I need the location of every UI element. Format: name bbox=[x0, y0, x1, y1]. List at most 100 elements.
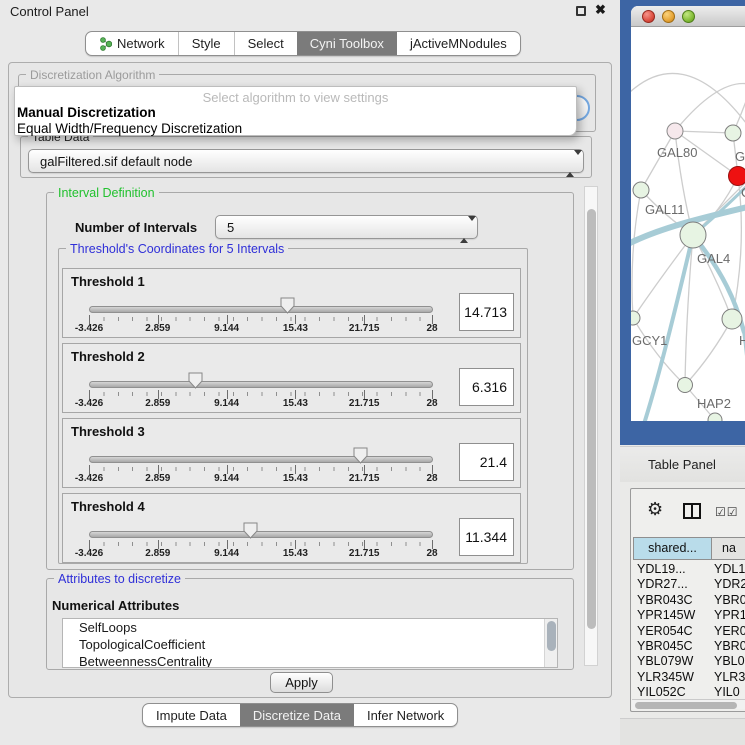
tick-marks bbox=[89, 317, 434, 321]
cell[interactable]: YER0 bbox=[712, 624, 745, 639]
cell[interactable]: YDR27... bbox=[633, 577, 712, 592]
node-gal11[interactable] bbox=[633, 182, 649, 198]
label-gal80: GAL80 bbox=[657, 145, 697, 160]
minimize-traffic-light[interactable] bbox=[662, 10, 675, 23]
column-header-name[interactable]: na bbox=[712, 537, 745, 560]
table-row[interactable]: YPR145WYPR1 bbox=[633, 608, 745, 623]
tab-jactivemnodules[interactable]: jActiveMNodules bbox=[397, 32, 520, 55]
network-canvas[interactable]: GAL80 GA GAL11 C GAL4 GCY1 H HAP2 bbox=[631, 27, 745, 421]
network-nodes bbox=[631, 123, 745, 421]
threshold-2-panel: Threshold 2 -3.426 2.859 9.144 15.43 21.… bbox=[62, 343, 521, 413]
tab-infer-network[interactable]: Infer Network bbox=[354, 704, 457, 726]
cell[interactable]: YER054C bbox=[633, 624, 712, 639]
float-icon[interactable] bbox=[576, 6, 586, 16]
cell[interactable]: YBR043C bbox=[633, 593, 712, 608]
tick-label: 28 bbox=[426, 548, 437, 559]
table-horizontal-scrollbar-thumb[interactable] bbox=[635, 702, 737, 709]
threshold-2-slider-thumb[interactable] bbox=[188, 372, 204, 394]
node-gal4[interactable] bbox=[680, 222, 706, 248]
apply-button[interactable]: Apply bbox=[270, 672, 333, 693]
label-gal11: GAL11 bbox=[645, 202, 685, 217]
settings-scrollbar-thumb[interactable] bbox=[587, 209, 596, 629]
node-hap2[interactable] bbox=[678, 378, 693, 393]
threshold-1-slider-thumb[interactable] bbox=[280, 297, 296, 319]
threshold-2-value-field[interactable] bbox=[459, 368, 514, 406]
table-horizontal-scrollbar[interactable] bbox=[632, 699, 745, 709]
cell[interactable]: YDL19... bbox=[633, 562, 712, 577]
table-row[interactable]: YDL19...YDL1 bbox=[633, 562, 745, 577]
label-h: H bbox=[739, 333, 745, 348]
table-row[interactable]: YBR043CYBR0 bbox=[633, 593, 745, 608]
tab-style[interactable]: Style bbox=[178, 32, 234, 55]
algorithm-option-equal-width[interactable]: Equal Width/Frequency Discretization bbox=[15, 121, 576, 137]
list-item[interactable]: BetweennessCentrality bbox=[63, 653, 557, 668]
tab-discretize-data[interactable]: Discretize Data bbox=[240, 704, 354, 726]
node[interactable] bbox=[722, 309, 742, 329]
tab-cyni-toolbox[interactable]: Cyni Toolbox bbox=[297, 32, 397, 55]
tab-impute-data[interactable]: Impute Data bbox=[143, 704, 240, 726]
select-columns-icon[interactable]: ☑☑ bbox=[715, 505, 739, 519]
cell[interactable]: YIL052C bbox=[633, 685, 712, 699]
top-tabbar: Network Style Select Cyni Toolbox jActiv… bbox=[85, 31, 521, 56]
cell[interactable]: YDL1 bbox=[712, 562, 745, 577]
node-gcy1[interactable] bbox=[631, 311, 640, 325]
num-intervals-combobox[interactable]: 5 bbox=[215, 215, 478, 239]
tick-label: 28 bbox=[426, 398, 437, 409]
network-view-frame: GAL80 GA GAL11 C GAL4 GCY1 H HAP2 bbox=[620, 0, 745, 445]
columns-icon[interactable] bbox=[683, 503, 701, 519]
tick-marks bbox=[89, 392, 434, 396]
settings-scrollbar[interactable] bbox=[584, 186, 598, 666]
threshold-4-panel: Threshold 4 -3.426 2.859 9.144 15.43 21.… bbox=[62, 493, 521, 563]
tab-select[interactable]: Select bbox=[234, 32, 297, 55]
cell[interactable]: YBL0 bbox=[712, 654, 745, 669]
column-header-shared[interactable]: shared... bbox=[633, 537, 712, 560]
close-traffic-light[interactable] bbox=[642, 10, 655, 23]
zoom-traffic-light[interactable] bbox=[682, 10, 695, 23]
threshold-4-slider-thumb[interactable] bbox=[243, 522, 259, 544]
table-row[interactable]: YER054CYER0 bbox=[633, 624, 745, 639]
algorithm-dropdown-popup: Select algorithm to view settings Manual… bbox=[14, 86, 577, 136]
table-data-combobox[interactable]: galFiltered.sif default node bbox=[28, 149, 584, 173]
attributes-list-scrollbar[interactable] bbox=[544, 619, 557, 667]
cell[interactable]: YBL079W bbox=[633, 654, 712, 669]
table-row[interactable]: YLR345WYLR3 bbox=[633, 670, 745, 685]
cell[interactable]: YPR145W bbox=[633, 608, 712, 623]
node-gal80[interactable] bbox=[667, 123, 683, 139]
threshold-3-value-field[interactable] bbox=[459, 443, 514, 481]
threshold-1-slider-track[interactable] bbox=[89, 306, 433, 313]
node-selected-red[interactable] bbox=[729, 167, 745, 186]
cell[interactable]: YLR345W bbox=[633, 670, 712, 685]
threshold-3-slider-track[interactable] bbox=[89, 456, 433, 463]
cell[interactable]: YPR1 bbox=[712, 608, 745, 623]
network-window-titlebar[interactable] bbox=[631, 6, 745, 27]
attributes-list-scrollbar-thumb[interactable] bbox=[547, 621, 556, 651]
list-item[interactable]: SelfLoops bbox=[63, 619, 557, 636]
threshold-2-label: Threshold 2 bbox=[71, 349, 145, 364]
threshold-1-panel: Threshold 1 -3.426 2.859 9.144 15.43 21.… bbox=[62, 268, 521, 338]
close-icon[interactable]: ✖ bbox=[595, 2, 606, 18]
label-ga: GA bbox=[735, 149, 745, 164]
table-row[interactable]: YBR045CYBR0 bbox=[633, 639, 745, 654]
cell[interactable]: YBR045C bbox=[633, 639, 712, 654]
cell[interactable]: YBR0 bbox=[712, 639, 745, 654]
tab-network[interactable]: Network bbox=[86, 32, 178, 55]
table-row[interactable]: YDR27...YDR2 bbox=[633, 577, 745, 592]
tick-label: 21.715 bbox=[349, 548, 380, 559]
threshold-1-value-field[interactable] bbox=[459, 293, 514, 331]
table-row[interactable]: YIL052CYIL0 bbox=[633, 685, 745, 699]
threshold-3-slider-thumb[interactable] bbox=[353, 447, 369, 469]
threshold-4-slider-track[interactable] bbox=[89, 531, 433, 538]
threshold-4-value-field[interactable] bbox=[459, 518, 514, 556]
node[interactable] bbox=[725, 125, 741, 141]
table-row[interactable]: YBL079WYBL0 bbox=[633, 654, 745, 669]
cell[interactable]: YDR2 bbox=[712, 577, 745, 592]
cell[interactable]: YBR0 bbox=[712, 593, 745, 608]
numerical-attributes-label: Numerical Attributes bbox=[52, 598, 179, 613]
gear-icon[interactable]: ⚙ bbox=[647, 499, 663, 520]
threshold-2-slider-track[interactable] bbox=[89, 381, 433, 388]
cell[interactable]: YIL0 bbox=[712, 685, 745, 699]
list-item[interactable]: TopologicalCoefficient bbox=[63, 636, 557, 653]
algorithm-option-manual[interactable]: Manual Discretization bbox=[15, 105, 576, 121]
cell[interactable]: YLR3 bbox=[712, 670, 745, 685]
network-icon bbox=[99, 36, 112, 51]
